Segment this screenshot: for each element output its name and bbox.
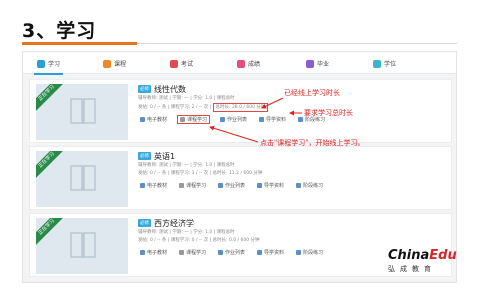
arrow-course-study	[209, 125, 259, 143]
logo-text: China	[388, 248, 430, 263]
annotation-start-study: 点击"课程学习"，开始线上学习。	[260, 139, 365, 147]
annotation-total-time: 要求学习总时长	[304, 109, 353, 117]
annotation-online-time: 已经线上学习时长	[284, 89, 340, 97]
chinaedu-logo: ChinaEdu 弘成教育	[388, 248, 468, 290]
logo-subtitle: 弘成教育	[388, 265, 436, 273]
logo-accent-text: Edu	[429, 248, 457, 263]
arrow-online-time	[261, 97, 284, 109]
